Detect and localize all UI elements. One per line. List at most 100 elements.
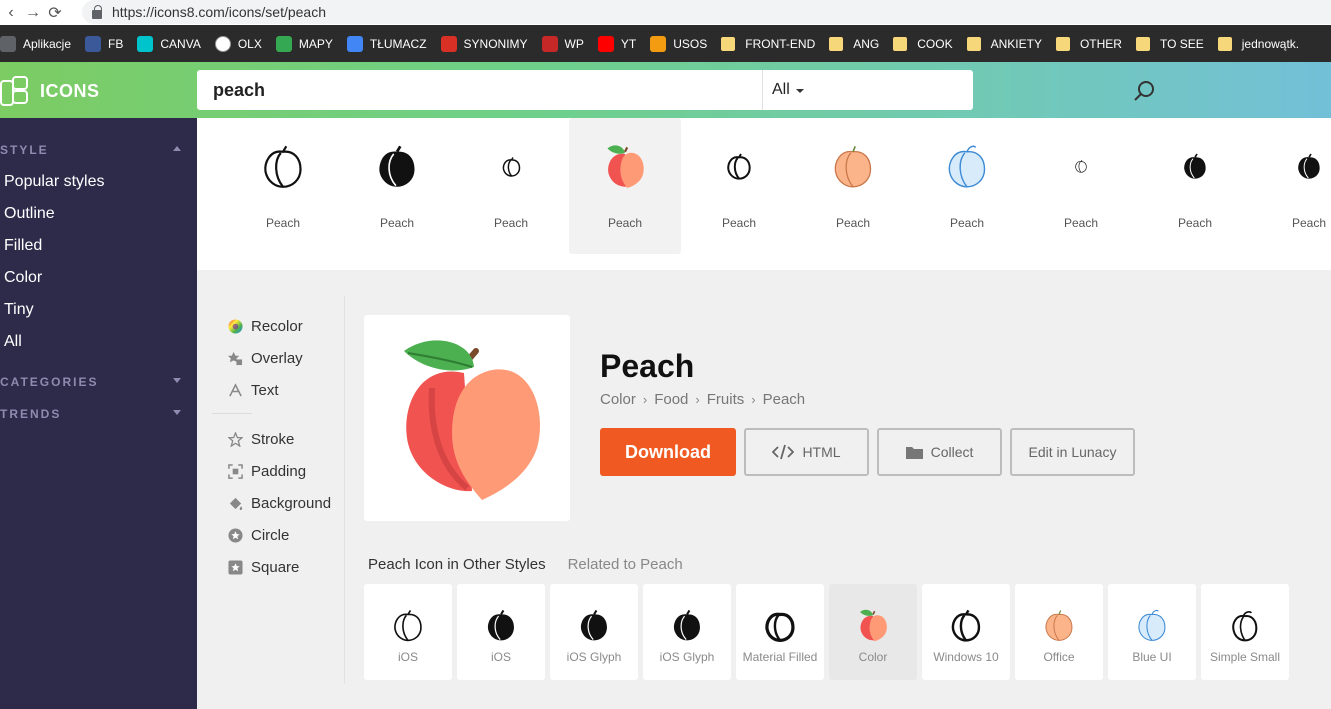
result-icon-card[interactable]: Peach [683, 118, 795, 254]
result-icon-card[interactable]: Peach [227, 118, 339, 254]
facebook-icon [85, 35, 102, 52]
style-heading[interactable]: STYLE [0, 143, 49, 157]
forward-icon[interactable]: → [22, 0, 44, 25]
peach-icon [670, 584, 704, 646]
html-button[interactable]: HTML [744, 428, 869, 476]
search-input[interactable] [197, 70, 762, 110]
bookmark-label: OTHER [1079, 36, 1122, 51]
tool-padding[interactable]: Padding [228, 463, 306, 480]
result-icon-label: Peach [949, 216, 985, 230]
tab-other-styles[interactable]: Peach Icon in Other Styles [368, 556, 546, 573]
back-icon[interactable]: ‹ [0, 0, 22, 25]
style-card-ios-glyph[interactable]: iOS Glyph [643, 584, 731, 680]
tool-circle[interactable]: Circle [228, 527, 289, 544]
style-card-label: iOS Glyph [659, 650, 715, 664]
breadcrumb-item[interactable]: Color [600, 391, 636, 408]
bookmark-1[interactable]: Aplikacje [0, 35, 71, 52]
bookmark-15[interactable]: OTHER [1055, 36, 1122, 51]
result-icon-card[interactable]: Peach [455, 118, 567, 254]
divider [212, 413, 252, 414]
style-card-blue-ui[interactable]: Blue UI [1108, 584, 1196, 680]
breadcrumb-item[interactable]: Food [654, 391, 688, 408]
result-icon-card[interactable]: Peach [797, 118, 909, 254]
breadcrumb-item[interactable]: Peach [763, 391, 806, 408]
bookmark-7[interactable]: SYNONIMY [440, 35, 528, 52]
peach-icon [1295, 118, 1323, 214]
collect-button[interactable]: Collect [877, 428, 1002, 476]
apps-icon [0, 35, 16, 52]
download-button[interactable]: Download [600, 428, 736, 476]
folder-icon [893, 36, 908, 51]
result-icon-label: Peach [493, 216, 529, 230]
expand-icon[interactable] [173, 410, 181, 415]
bookmark-label: TO SEE [1159, 36, 1204, 51]
results-strip: Peach Peach Peach Peach Peach Peach Peach Peach… [197, 118, 1331, 270]
sidebar-style-outline[interactable]: Outline [4, 205, 55, 223]
address-bar[interactable]: https://icons8.com/icons/set/peach [82, 0, 1331, 24]
style-card-label: Color [858, 650, 888, 664]
sidebar-style-popular-styles[interactable]: Popular styles [4, 173, 105, 191]
logo[interactable]: ICONS [0, 76, 100, 106]
result-icon-label: Peach [607, 216, 643, 230]
lock-icon [92, 4, 102, 19]
result-icon-label: Peach [265, 216, 301, 230]
bookmark-4[interactable]: OLX [214, 35, 262, 52]
bookmark-11[interactable]: FRONT-END [721, 36, 815, 51]
result-icon-card[interactable]: Peach [1025, 118, 1137, 254]
sidebar-style-tiny[interactable]: Tiny [4, 301, 34, 319]
style-card-ios-glyph[interactable]: iOS Glyph [550, 584, 638, 680]
bookmark-13[interactable]: COOK [893, 36, 953, 51]
style-card-ios[interactable]: iOS [457, 584, 545, 680]
result-icon-card[interactable]: Peach [1253, 118, 1331, 254]
tool-label: Recolor [251, 318, 303, 335]
peach-icon [1181, 118, 1209, 214]
edit-in-lunacy-button[interactable]: Edit in Lunacy [1010, 428, 1135, 476]
collapse-icon[interactable] [173, 146, 181, 151]
reload-icon[interactable]: ⟳ [44, 0, 66, 25]
style-card-ios[interactable]: iOS [364, 584, 452, 680]
sidebar-style-color[interactable]: Color [4, 269, 42, 287]
tool-overlay[interactable]: Overlay [228, 350, 303, 367]
bookmark-9[interactable]: YT [597, 35, 636, 52]
caret-down-icon [795, 89, 804, 93]
result-icon-card[interactable]: Peach [1139, 118, 1251, 254]
bookmark-17[interactable]: jednowątk. [1217, 36, 1299, 51]
tool-text[interactable]: Text [228, 382, 279, 399]
bookmark-14[interactable]: ANKIETY [966, 36, 1042, 51]
expand-icon[interactable] [173, 378, 181, 383]
bookmark-3[interactable]: CANVA [137, 35, 201, 52]
chevron-right-icon: › [642, 392, 648, 407]
tool-square[interactable]: Square [228, 559, 299, 576]
bookmark-10[interactable]: USOS [650, 35, 707, 52]
peach-icon [1042, 584, 1076, 646]
style-card-office[interactable]: Office [1015, 584, 1103, 680]
style-card-color[interactable]: Color [829, 584, 917, 680]
tool-background[interactable]: Background [228, 495, 331, 512]
categories-heading[interactable]: CATEGORIES [0, 375, 98, 389]
bookmark-12[interactable]: ANG [829, 36, 879, 51]
tool-stroke[interactable]: Stroke [228, 431, 294, 448]
bookmark-16[interactable]: TO SEE [1135, 36, 1204, 51]
search-filter-select[interactable]: All [762, 70, 922, 110]
sidebar-style-filled[interactable]: Filled [4, 237, 42, 255]
style-card-simple-small[interactable]: Simple Small [1201, 584, 1289, 680]
breadcrumb-item[interactable]: Fruits [707, 391, 745, 408]
sidebar-style-all[interactable]: All [4, 333, 22, 351]
style-card-windows-10[interactable]: Windows 10 [922, 584, 1010, 680]
bookmark-8[interactable]: WP [541, 35, 584, 52]
circle-icon [228, 528, 243, 543]
customize-tools: Recolor Overlay Text Stroke Padding Backgroun… [212, 296, 345, 684]
tool-recolor[interactable]: Recolor [228, 318, 303, 335]
result-icon-label: Peach [1291, 216, 1327, 230]
bookmark-2[interactable]: FB [85, 35, 123, 52]
result-icon-card[interactable]: Peach [911, 118, 1023, 254]
bookmark-5[interactable]: MAPY [275, 35, 333, 52]
bookmark-6[interactable]: TŁUMACZ [346, 35, 427, 52]
trends-heading[interactable]: TRENDS [0, 407, 61, 421]
search-icon[interactable] [1132, 79, 1156, 103]
result-icon-card[interactable]: Peach [569, 118, 681, 254]
folder-icon [1217, 36, 1232, 51]
tab-related[interactable]: Related to Peach [568, 556, 683, 573]
result-icon-card[interactable]: Peach [341, 118, 453, 254]
style-card-material-filled[interactable]: Material Filled [736, 584, 824, 680]
